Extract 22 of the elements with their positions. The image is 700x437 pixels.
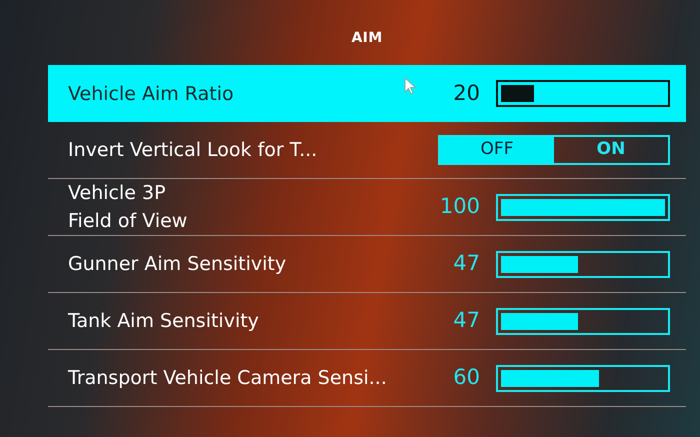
cursor-icon: [404, 77, 417, 95]
value-reading: 47: [452, 250, 481, 278]
setting-label: Vehicle Aim Ratio: [68, 82, 234, 106]
value-reading: 100: [438, 193, 481, 220]
setting-row[interactable]: Tank Aim Sensitivity 47: [48, 293, 686, 350]
setting-label: Vehicle 3P Field of View: [68, 181, 188, 234]
setting-label: Transport Vehicle Camera Sensi...: [68, 366, 387, 391]
setting-label: Tank Aim Sensitivity: [68, 309, 259, 334]
slider-track[interactable]: [496, 80, 670, 107]
setting-row[interactable]: Vehicle Aim Ratio 20: [48, 65, 686, 122]
setting-row[interactable]: Transport Vehicle Camera Sensi... 60: [48, 350, 686, 407]
value-reading: 20: [452, 80, 481, 107]
setting-label: Invert Vertical Look for T...: [68, 138, 318, 163]
setting-row[interactable]: Gunner Aim Sensitivity 47: [48, 236, 686, 293]
toggle-option[interactable]: OFF: [440, 137, 554, 163]
value-reading: 47: [452, 307, 481, 334]
toggle-option[interactable]: ON: [554, 137, 668, 163]
setting-label: Gunner Aim Sensitivity: [68, 252, 286, 277]
value-reading: 60: [452, 364, 481, 392]
setting-row[interactable]: Invert Vertical Look for T... OFF ON: [48, 122, 686, 179]
setting-row[interactable]: Vehicle 3P Field of View 100: [48, 179, 686, 236]
section-title: AIM: [351, 29, 383, 48]
